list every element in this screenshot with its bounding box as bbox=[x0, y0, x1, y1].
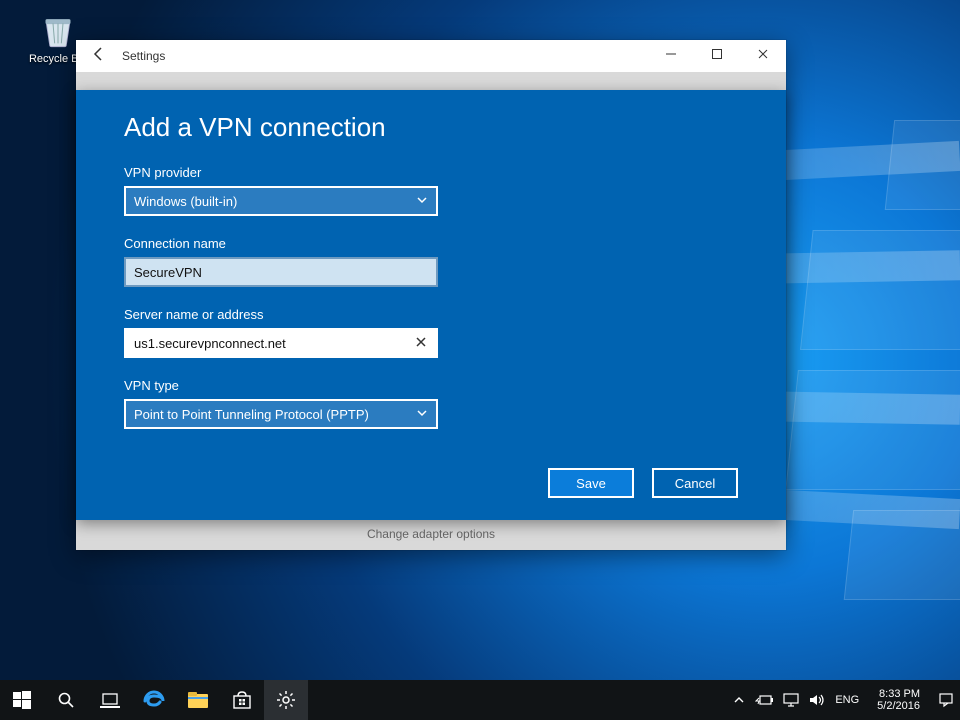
back-button[interactable] bbox=[76, 46, 122, 67]
cancel-button[interactable]: Cancel bbox=[652, 468, 738, 498]
save-button-label: Save bbox=[576, 476, 606, 491]
file-explorer-icon[interactable] bbox=[176, 680, 220, 720]
clock-date: 5/2/2016 bbox=[877, 700, 920, 712]
taskbar: ENG 8:33 PM 5/2/2016 bbox=[0, 680, 960, 720]
maximize-button[interactable] bbox=[694, 40, 740, 72]
connection-name-input[interactable]: SecureVPN bbox=[124, 257, 438, 287]
clear-icon[interactable] bbox=[414, 335, 428, 352]
modal-buttons: Save Cancel bbox=[548, 468, 738, 498]
search-button[interactable] bbox=[44, 680, 88, 720]
clock[interactable]: 8:33 PM 5/2/2016 bbox=[869, 688, 928, 712]
connection-name-label: Connection name bbox=[124, 236, 738, 251]
settings-bottom-strip: Change adapter options bbox=[76, 518, 786, 550]
vpn-provider-label: VPN provider bbox=[124, 165, 738, 180]
store-icon[interactable] bbox=[220, 680, 264, 720]
close-button[interactable] bbox=[740, 40, 786, 72]
system-tray: ENG 8:33 PM 5/2/2016 bbox=[727, 680, 960, 720]
server-address-input[interactable]: us1.securevpnconnect.net bbox=[124, 328, 438, 358]
save-button[interactable]: Save bbox=[548, 468, 634, 498]
battery-icon[interactable] bbox=[755, 694, 773, 706]
server-address-group: Server name or address us1.securevpnconn… bbox=[124, 307, 738, 358]
vpn-type-group: VPN type Point to Point Tunneling Protoc… bbox=[124, 378, 738, 429]
settings-taskbar-icon[interactable] bbox=[264, 680, 308, 720]
server-address-value: us1.securevpnconnect.net bbox=[134, 336, 286, 351]
taskbar-spacer bbox=[308, 680, 727, 720]
desktop: Recycle Bin Settings Change adapter opti… bbox=[0, 0, 960, 720]
chevron-down-icon bbox=[416, 194, 428, 209]
connection-name-group: Connection name SecureVPN bbox=[124, 236, 738, 287]
settings-header-strip bbox=[76, 72, 786, 90]
add-vpn-modal: Add a VPN connection VPN provider Window… bbox=[76, 90, 786, 520]
settings-titlebar: Settings bbox=[76, 40, 786, 72]
vpn-type-dropdown[interactable]: Point to Point Tunneling Protocol (PPTP) bbox=[124, 399, 438, 429]
vpn-provider-value: Windows (built-in) bbox=[134, 194, 237, 209]
action-center-icon[interactable] bbox=[938, 692, 954, 708]
server-address-label: Server name or address bbox=[124, 307, 738, 322]
chevron-down-icon bbox=[416, 407, 428, 422]
clock-time: 8:33 PM bbox=[877, 688, 920, 700]
start-button[interactable] bbox=[0, 680, 44, 720]
language-indicator[interactable]: ENG bbox=[835, 694, 859, 706]
modal-title: Add a VPN connection bbox=[124, 112, 738, 143]
vpn-type-value: Point to Point Tunneling Protocol (PPTP) bbox=[134, 407, 369, 422]
settings-title: Settings bbox=[122, 49, 648, 63]
vpn-provider-dropdown[interactable]: Windows (built-in) bbox=[124, 186, 438, 216]
connection-name-value: SecureVPN bbox=[134, 265, 202, 280]
cancel-button-label: Cancel bbox=[675, 476, 715, 491]
settings-bottom-hint: Change adapter options bbox=[367, 527, 495, 541]
task-view-button[interactable] bbox=[88, 680, 132, 720]
network-icon[interactable] bbox=[783, 693, 799, 707]
minimize-button[interactable] bbox=[648, 40, 694, 72]
edge-browser-icon[interactable] bbox=[132, 680, 176, 720]
volume-icon[interactable] bbox=[809, 693, 825, 707]
vpn-type-label: VPN type bbox=[124, 378, 738, 393]
vpn-provider-group: VPN provider Windows (built-in) bbox=[124, 165, 738, 216]
tray-chevron-icon[interactable] bbox=[733, 694, 745, 706]
